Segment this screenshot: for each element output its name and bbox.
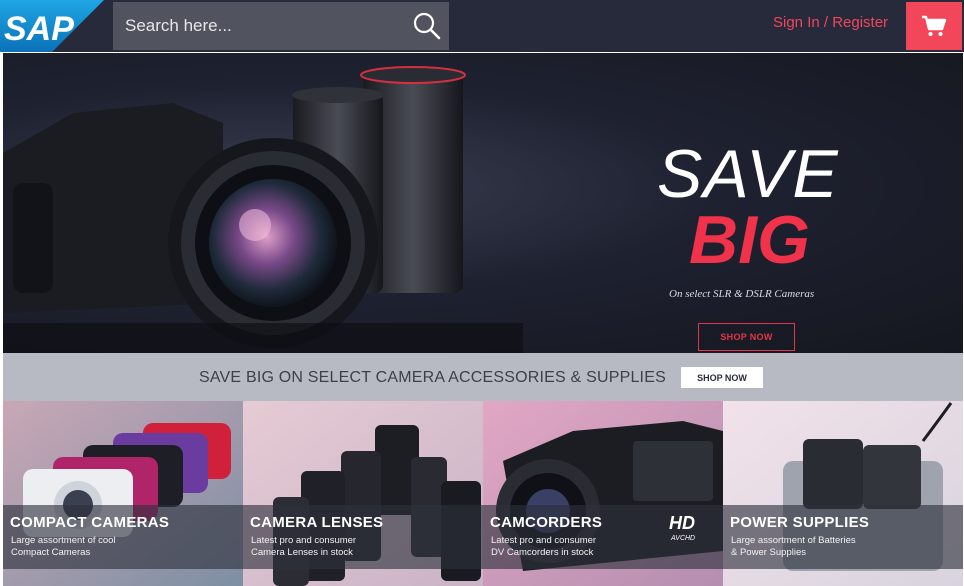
category-title: POWER SUPPLIES <box>730 514 870 531</box>
hero-headline-save: SAVE <box>657 136 839 212</box>
cart-button[interactable] <box>906 2 962 50</box>
category-title: CAMERA LENSES <box>250 514 384 531</box>
category-tile-power-supplies[interactable]: POWER SUPPLIES Large assortment of Batte… <box>723 401 963 586</box>
sign-in-register-link[interactable]: Sign In / Register <box>773 14 888 31</box>
sap-logo[interactable]: SAP <box>0 0 104 52</box>
search-icon <box>413 12 441 40</box>
hero-subtitle: On select SLR & DSLR Cameras <box>669 288 815 300</box>
promo-shop-now-button[interactable]: SHOP NOW <box>681 367 763 388</box>
category-description-line: Camera Lenses in stock <box>251 547 353 558</box>
search-bar <box>113 2 449 50</box>
category-description-line: DV Camcorders in stock <box>491 547 594 558</box>
camera-lens-image <box>3 66 523 353</box>
hero-banner: SAVE BIG On select SLR & DSLR Cameras SH… <box>3 53 963 353</box>
category-description-line: Large assortment of Batteries <box>731 535 856 546</box>
promo-text: SAVE BIG ON SELECT CAMERA ACCESSORIES & … <box>199 369 666 386</box>
category-description: Latest pro and consumer DV Camcorders in… <box>491 535 651 559</box>
category-description: Latest pro and consumer Camera Lenses in… <box>251 535 411 559</box>
category-description-line: Large assortment of cool <box>11 535 116 546</box>
logo-text: SAP <box>4 10 74 48</box>
promo-strip: SAVE BIG ON SELECT CAMERA ACCESSORIES & … <box>3 353 963 401</box>
hd-badge: HD <box>669 513 695 533</box>
category-description-line: & Power Supplies <box>731 547 806 558</box>
avchd-badge: AVCHD <box>671 535 696 542</box>
top-header: SAP Sign In / Register <box>0 0 964 52</box>
hero-headline-big: BIG <box>689 202 810 278</box>
category-description-line: Latest pro and consumer <box>251 535 357 546</box>
category-tile-camcorders[interactable]: CAMCORDERS Latest pro and consumer DV Ca… <box>483 401 723 586</box>
category-title: COMPACT CAMERAS <box>10 514 170 531</box>
search-input[interactable] <box>113 2 405 50</box>
page: SAP Sign In / Register <box>0 0 964 586</box>
hero-shop-now-button[interactable]: SHOP NOW <box>698 323 795 351</box>
category-description: Large assortment of Batteries & Power Su… <box>731 535 891 559</box>
category-description-line: Compact Cameras <box>11 547 91 558</box>
category-description: Large assortment of cool Compact Cameras <box>11 535 171 559</box>
category-tile-compact-cameras[interactable]: COMPACT CAMERAS Large assortment of cool… <box>3 401 243 586</box>
cart-icon <box>922 15 947 36</box>
category-title: CAMCORDERS <box>490 514 603 531</box>
category-description-line: Latest pro and consumer <box>491 535 597 546</box>
category-tile-camera-lenses[interactable]: CAMERA LENSES Latest pro and consumer Ca… <box>243 401 483 586</box>
search-button[interactable] <box>405 2 449 50</box>
